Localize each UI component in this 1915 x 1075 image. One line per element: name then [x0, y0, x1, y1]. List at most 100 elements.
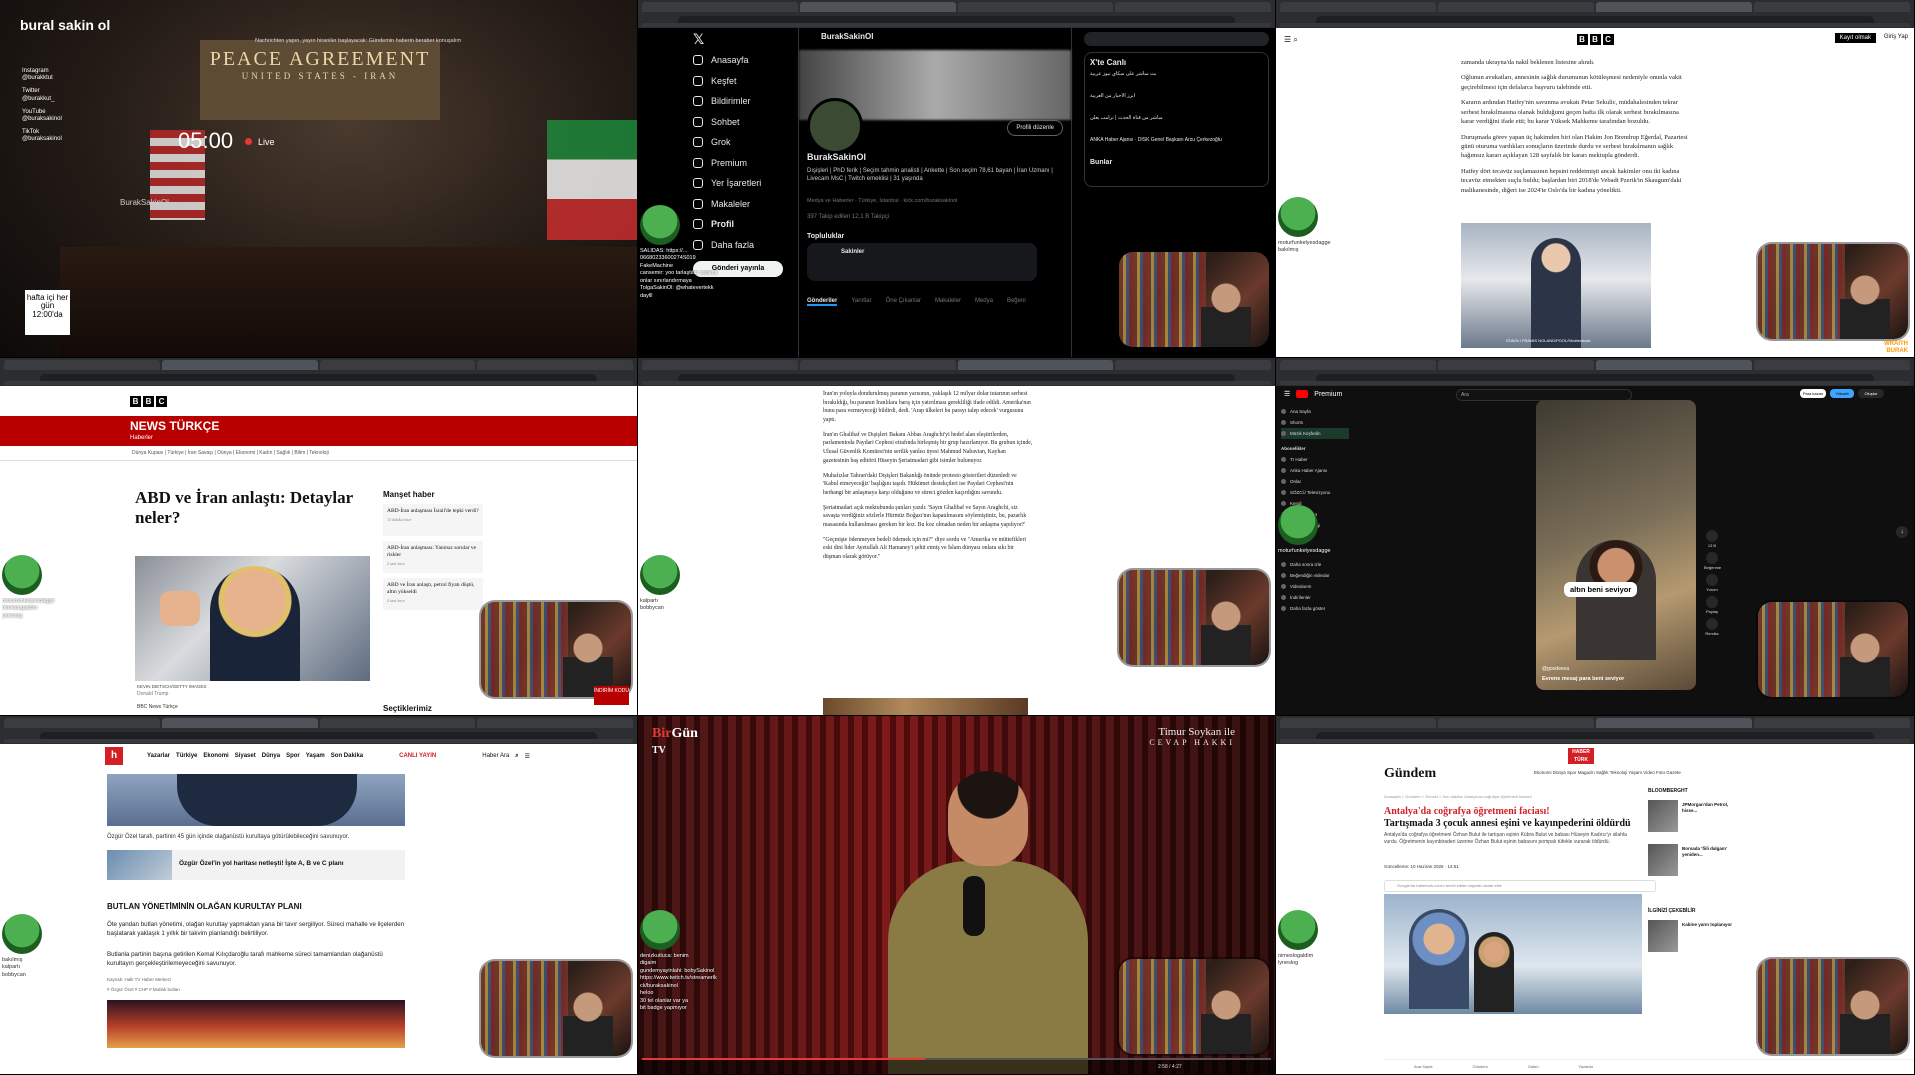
nav-premium[interactable]: Premium — [693, 153, 798, 174]
bottom-nav-item[interactable]: Gündem — [1472, 1060, 1487, 1074]
edit-profile-button[interactable]: Profili düzenle — [1007, 120, 1063, 136]
next-short-icon[interactable]: ↓ — [1896, 526, 1908, 538]
section-nav[interactable]: Dünya Kupası | Türkiye | İran Savaşı | D… — [0, 446, 637, 461]
nav-item[interactable]: Spor — [286, 753, 300, 759]
browser-tab[interactable] — [1115, 360, 1271, 370]
browser-tab[interactable] — [1438, 360, 1594, 370]
site-nav[interactable]: Ekonomi Dünya Spor Magazin Sağlık Teknol… — [1534, 770, 1681, 775]
nav-home[interactable]: Anasayfa — [693, 50, 798, 71]
browser-tab[interactable] — [477, 360, 633, 370]
tab-media[interactable]: Medya — [975, 298, 993, 306]
nav-item[interactable]: Yaşam — [306, 753, 325, 759]
trend-item[interactable]: بث مباشر على سكاي نيوز عربية — [1090, 71, 1263, 89]
x-search-input[interactable] — [1084, 32, 1269, 46]
player-controls[interactable]: 2:58 / 4:27 — [638, 1060, 1275, 1074]
bottom-nav-item[interactable]: Ana Sayfa — [1414, 1060, 1432, 1074]
create-button[interactable]: Oluştur — [1858, 389, 1884, 398]
browser-tab[interactable] — [4, 718, 160, 728]
browser-tab[interactable] — [642, 360, 798, 370]
menu-icon[interactable]: ☰ — [1284, 390, 1290, 398]
earn-button[interactable]: Para kazan — [1800, 389, 1826, 398]
bottom-nav-item[interactable]: Yazarlar — [1578, 1060, 1593, 1074]
headline-card[interactable]: ABD-İran anlaşması İsrail'de tepki verdi… — [383, 504, 483, 536]
bbc-logo[interactable]: BBC — [130, 395, 167, 407]
browser-tab[interactable] — [1754, 718, 1910, 728]
register-button[interactable]: Kayıt olmak — [1834, 33, 1876, 43]
bottom-nav-item[interactable]: Galeri — [1528, 1060, 1539, 1074]
side-news-card[interactable]: JPMorgan'dan Petrol, hisse... — [1648, 800, 1748, 834]
news-title[interactable]: NEWS TÜRKÇE — [130, 416, 637, 433]
google-source-prompt[interactable]: Google'da haberturk.com'u tercih edilen … — [1384, 880, 1656, 892]
trend-item[interactable]: مباشر من قناة الحدث | ترامب يعلن — [1090, 115, 1263, 133]
tag-list[interactable]: # Özgür Özel # CHP # Mutlak butlan — [107, 987, 180, 992]
nav-item[interactable]: Ekonomi — [203, 753, 228, 759]
avatar[interactable] — [807, 98, 863, 154]
tab-replies[interactable]: Yanıtlar — [851, 298, 871, 306]
halktv-logo[interactable]: h — [105, 747, 123, 765]
sidebar-item-shorts[interactable]: Shorts — [1281, 417, 1349, 428]
headline-card[interactable]: ABD-İran anlaşması: Yanıtsız sorular ve … — [383, 541, 483, 573]
news-subtitle[interactable]: Haberler — [130, 435, 637, 441]
browser-tab[interactable] — [642, 2, 798, 12]
menu-icon[interactable]: ☰ — [525, 753, 530, 760]
sidebar-item-channel[interactable]: Anka Haber Ajansı — [1281, 465, 1349, 476]
browser-tab[interactable] — [957, 2, 1114, 12]
tab-highlights[interactable]: Öne Çıkanlar — [886, 298, 921, 306]
profile-stats[interactable]: 397 Takip edilen 12,1 B Takipçi — [807, 214, 889, 220]
browser-tab-active[interactable] — [957, 360, 1114, 370]
sidebar-item-channel[interactable]: Onlar — [1281, 476, 1349, 487]
nav-item[interactable]: Son Dakika — [331, 753, 363, 759]
browser-tab-active[interactable] — [799, 2, 956, 12]
like-icon[interactable] — [1706, 530, 1718, 542]
browser-tab-active[interactable] — [1596, 360, 1752, 370]
browser-tab-active[interactable] — [161, 718, 318, 728]
browser-tab[interactable] — [799, 360, 956, 370]
share-icon[interactable] — [1706, 596, 1718, 608]
nav-item[interactable]: Siyaset — [235, 753, 256, 759]
browser-tab[interactable] — [1280, 718, 1436, 728]
sidebar-item-channel[interactable]: SÖZCÜ Televizyonu — [1281, 487, 1349, 498]
browser-tab[interactable] — [4, 360, 160, 370]
nav-item[interactable]: Türkiye — [176, 753, 197, 759]
sidebar-item-music[interactable]: Müzik Keşfedin — [1281, 428, 1349, 439]
browser-tab[interactable] — [1754, 2, 1910, 12]
browser-tab-active[interactable] — [1596, 2, 1752, 12]
browser-tab[interactable] — [1280, 360, 1436, 370]
nav-grok[interactable]: Grok — [693, 132, 798, 153]
live-button[interactable]: CANLI YAYIN — [399, 753, 436, 759]
tab-posts[interactable]: Gönderiler — [807, 298, 838, 306]
search-icon[interactable]: ⌕ — [515, 753, 518, 760]
menu-icon[interactable]: ☰ ⌕ — [1284, 35, 1298, 45]
browser-tab-active[interactable] — [1596, 718, 1752, 728]
bbc-logo[interactable]: BBC — [1576, 33, 1614, 45]
browser-tab[interactable] — [1438, 2, 1594, 12]
browser-tab[interactable] — [1438, 718, 1594, 728]
nav-explore[interactable]: Keşfet — [693, 71, 798, 92]
nav-chat[interactable]: Sohbet — [693, 112, 798, 133]
trend-item[interactable]: ANKA Haber Ajansı · DİSK Genel Başkanı A… — [1090, 137, 1263, 155]
dislike-icon[interactable] — [1706, 552, 1718, 564]
login-link[interactable]: Giriş Yap — [1884, 34, 1908, 40]
breadcrumb[interactable]: Anasayfa > Gündem > Güncel > Son dakika:… — [1384, 794, 1532, 799]
trend-item[interactable]: أبرز الأخبار من العربية — [1090, 93, 1263, 111]
browser-tab[interactable] — [477, 718, 633, 728]
upgrade-button[interactable]: Yükselt — [1830, 389, 1854, 398]
nav-item[interactable]: Dünya — [262, 753, 280, 759]
nav-notifications[interactable]: Bildirimler — [693, 91, 798, 112]
video-player[interactable]: BirGün TV Timur Soykan ile CEVAP HAKKI den… — [638, 716, 1275, 1074]
short-video[interactable]: altın beni seviyor @goodeeva Evrene mesa… — [1536, 400, 1696, 690]
browser-tab[interactable] — [319, 360, 476, 370]
browser-tab[interactable] — [319, 718, 476, 728]
sidebar-item-channel[interactable]: Tr Haber — [1281, 454, 1349, 465]
side-news-card[interactable]: Kabine yarın toplanıyor — [1648, 920, 1748, 954]
browser-tab[interactable] — [1280, 2, 1436, 12]
browser-tab-active[interactable] — [161, 360, 318, 370]
x-logo-icon[interactable]: 𝕏 — [693, 28, 798, 50]
nav-item[interactable]: Yazarlar — [147, 753, 170, 759]
headline-card[interactable]: ABD ve İran anlaştı, petrol fiyatı düştü… — [383, 578, 483, 610]
browser-tab[interactable] — [1115, 2, 1271, 12]
browser-tab[interactable] — [1754, 360, 1910, 370]
sidebar-item-home[interactable]: Ana Sayfa — [1281, 406, 1349, 417]
tab-likes[interactable]: Beğeni — [1007, 298, 1026, 306]
nav-bookmarks[interactable]: Yer İşaretleri — [693, 173, 798, 194]
